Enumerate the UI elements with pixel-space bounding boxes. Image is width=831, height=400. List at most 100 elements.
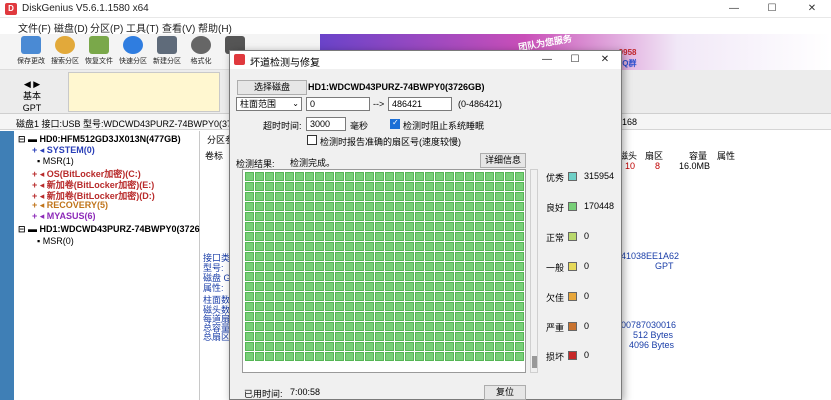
sector-block: [305, 262, 314, 271]
sector-block: [315, 202, 324, 211]
menu-file[interactable]: 文件(F): [18, 20, 51, 35]
tree-partition-recovery[interactable]: + ◂ RECOVERY(5): [32, 200, 108, 211]
sector-block: [305, 202, 314, 211]
select-disk-button[interactable]: 选择磁盘: [237, 80, 307, 95]
timeout-input[interactable]: 3000: [306, 117, 346, 131]
maximize-button[interactable]: ☐: [758, 2, 786, 16]
sector-block: [485, 172, 494, 181]
sector-block: [325, 342, 334, 351]
sector-block: [515, 322, 524, 331]
quick-partition-button[interactable]: 快速分区: [116, 36, 150, 69]
reset-button[interactable]: 复位: [484, 385, 526, 400]
sector-block: [385, 272, 394, 281]
range-start-input[interactable]: 0: [306, 97, 370, 111]
range-type-select[interactable]: 柱面范围 ⌄: [236, 97, 302, 111]
prevent-sleep-checkbox[interactable]: [390, 118, 400, 129]
save-changes-button[interactable]: 保存更改: [14, 36, 48, 69]
sector-block: [295, 172, 304, 181]
new-partition-button[interactable]: 新建分区: [150, 36, 184, 69]
sector-block: [385, 252, 394, 261]
tree-partition-msr0[interactable]: ▪ MSR(0): [32, 236, 74, 246]
info-value-sectors: 00787030016: [621, 320, 677, 330]
exact-sector-checkbox[interactable]: [307, 135, 317, 145]
sector-block: [465, 302, 474, 311]
sector-block: [365, 252, 374, 261]
sector-block: [265, 202, 274, 211]
sector-block: [495, 332, 504, 341]
info-value-sector-size: 512 Bytes: [633, 330, 674, 340]
sector-block: [505, 182, 514, 191]
sector-block: [245, 322, 254, 331]
sector-block: [315, 192, 324, 201]
sector-block: [255, 242, 264, 251]
sector-block: [475, 282, 484, 291]
sector-block: [455, 322, 464, 331]
format-button[interactable]: 格式化: [184, 36, 218, 69]
menu-disk[interactable]: 磁盘(D): [54, 20, 88, 35]
details-button[interactable]: 详细信息: [480, 153, 526, 168]
sector-block: [445, 172, 454, 181]
menu-tools[interactable]: 工具(T): [126, 20, 159, 35]
menu-partition[interactable]: 分区(P): [90, 20, 123, 35]
tree-disk-hd0[interactable]: ⊟ ▬ HD0:HFM512GD3JX013N(477GB): [18, 134, 181, 145]
tree-disk-hd1[interactable]: ⊟ ▬ HD1:WDCWD43PURZ-74BWPY0(3726: [18, 224, 200, 235]
sector-block: [255, 332, 264, 341]
sector-block: [505, 312, 514, 321]
sector-block: [505, 292, 514, 301]
dialog-close-button[interactable]: ✕: [594, 52, 616, 68]
dialog-minimize-button[interactable]: —: [536, 52, 558, 68]
sector-block: [295, 292, 304, 301]
range-end-input[interactable]: 486421: [388, 97, 452, 111]
sector-block: [415, 212, 424, 221]
close-button[interactable]: ✕: [798, 2, 826, 16]
legend-swatch: [568, 322, 577, 331]
sector-block: [345, 332, 354, 341]
tree-partition-myasus[interactable]: + ◂ MYASUS(6): [32, 211, 95, 222]
sector-block: [275, 262, 284, 271]
partition-map-strip[interactable]: [68, 72, 220, 112]
sector-block: [385, 332, 394, 341]
sector-block: [345, 232, 354, 241]
sector-block: [485, 262, 494, 271]
recover-files-button[interactable]: 恢复文件: [82, 36, 116, 69]
sector-block: [505, 172, 514, 181]
sector-block: [445, 262, 454, 271]
sector-block: [255, 192, 264, 201]
sector-block: [295, 302, 304, 311]
sector-block: [415, 282, 424, 291]
sector-block: [515, 202, 524, 211]
tree-partition-system[interactable]: + ◂ SYSTEM(0): [32, 145, 95, 156]
menu-view[interactable]: 查看(V): [162, 20, 195, 35]
legend-swatch: [568, 232, 577, 241]
minimize-button[interactable]: —: [720, 2, 748, 16]
sector-block: [325, 272, 334, 281]
menu-help[interactable]: 帮助(H): [198, 20, 232, 35]
search-partition-button[interactable]: 搜索分区: [48, 36, 82, 69]
nav-arrows[interactable]: ◀ ▶: [8, 78, 56, 90]
sector-block: [405, 312, 414, 321]
sector-block: [445, 312, 454, 321]
sector-block: [295, 182, 304, 191]
sector-block: [495, 172, 504, 181]
sector-block: [415, 252, 424, 261]
exact-sector-label: 检测时报告准确的扇区号(速度较慢): [320, 137, 461, 147]
sector-block: [425, 352, 434, 361]
sector-block: [355, 352, 364, 361]
sector-block: [245, 172, 254, 181]
tree-partition-msr[interactable]: ▪ MSR(1): [32, 156, 74, 166]
sector-block: [405, 182, 414, 191]
sector-block: [265, 322, 274, 331]
sector-map-scrollbar[interactable]: [530, 169, 538, 373]
sector-block: [335, 172, 344, 181]
sector-block: [385, 192, 394, 201]
scrollbar-thumb[interactable]: [532, 356, 537, 368]
sector-block: [505, 242, 514, 251]
sector-block: [305, 232, 314, 241]
sector-block: [455, 262, 464, 271]
dialog-maximize-button[interactable]: ☐: [564, 52, 586, 68]
sector-block: [515, 212, 524, 221]
sector-block: [325, 182, 334, 191]
sector-block: [365, 272, 374, 281]
sector-block: [425, 242, 434, 251]
sector-block: [305, 212, 314, 221]
